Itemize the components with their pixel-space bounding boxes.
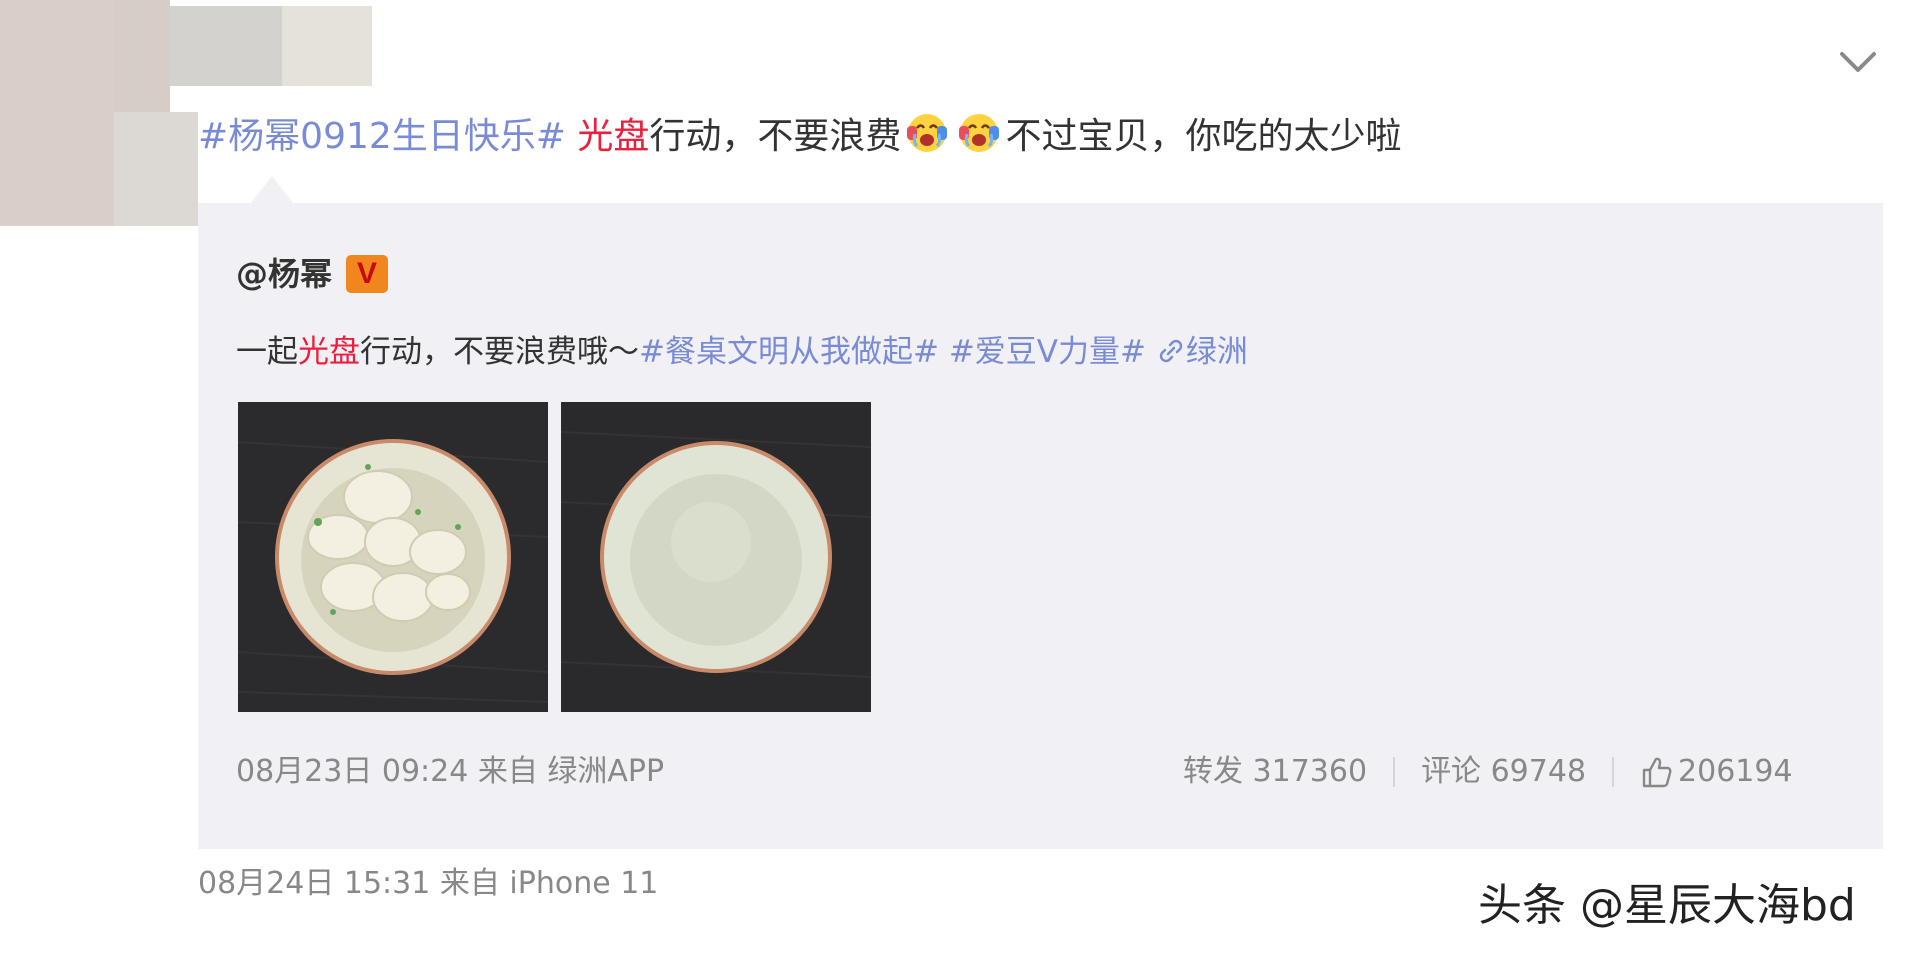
comment-button[interactable]: 评论 69748 <box>1421 752 1586 792</box>
post-text: #杨幂0912生日快乐# 光盘行动，不要浪费 不过宝贝，你吃的太少啦 <box>198 108 1401 164</box>
post-text-middle: 行动，不要浪费 <box>649 116 902 157</box>
crying-laughing-emoji-icon <box>903 108 951 156</box>
post-timestamp-source[interactable]: 08月24日 15:31 来自 iPhone 11 <box>198 864 658 904</box>
quote-pointer <box>250 176 294 204</box>
post-text-tail: 不过宝贝，你吃的太少啦 <box>1005 116 1402 157</box>
link-icon <box>1159 339 1183 363</box>
bowl-of-wontons-photo[interactable] <box>238 402 548 712</box>
quoted-text: 一起光盘行动，不要浪费哦～#餐桌文明从我做起# #爱豆V力量# 绿洲 <box>236 330 1248 374</box>
like-button[interactable]: 206194 <box>1640 752 1793 792</box>
thumbs-up-icon <box>1642 757 1672 788</box>
highlight-keyword[interactable]: 光盘 <box>577 116 649 157</box>
location-link[interactable]: 绿洲 <box>1156 334 1248 370</box>
author-name-link[interactable]: @杨幂 <box>236 252 332 296</box>
quoted-author: @杨幂 V <box>236 252 389 296</box>
quoted-text-middle: 行动，不要浪费哦～ <box>360 334 639 370</box>
verified-badge-icon[interactable]: V <box>346 255 389 293</box>
topic-link-birthday[interactable]: #杨幂0912生日快乐# <box>198 116 566 157</box>
repost-button[interactable]: 转发 317360 <box>1183 752 1367 792</box>
divider <box>1393 757 1396 787</box>
quoted-actions: 转发 317360 评论 69748 206194 <box>1183 752 1793 792</box>
highlight-keyword[interactable]: 光盘 <box>298 334 360 370</box>
location-label: 绿洲 <box>1185 334 1248 370</box>
quoted-timestamp-source[interactable]: 08月23日 09:24 来自 绿洲APP <box>236 752 664 792</box>
quoted-text-prefix: 一起 <box>236 334 298 370</box>
topic-link-dining[interactable]: #餐桌文明从我做起# <box>639 334 939 370</box>
topic-link-idol[interactable]: #爱豆V力量# <box>949 334 1146 370</box>
watermark-text: 头条 @星辰大海bd <box>1478 880 1856 931</box>
empty-bowl-photo[interactable] <box>561 402 871 712</box>
chevron-down-icon[interactable] <box>1836 44 1880 80</box>
badge-letter: V <box>357 257 378 290</box>
crying-laughing-emoji-icon <box>955 108 1003 156</box>
like-count: 206194 <box>1678 754 1793 789</box>
divider <box>1612 757 1615 787</box>
